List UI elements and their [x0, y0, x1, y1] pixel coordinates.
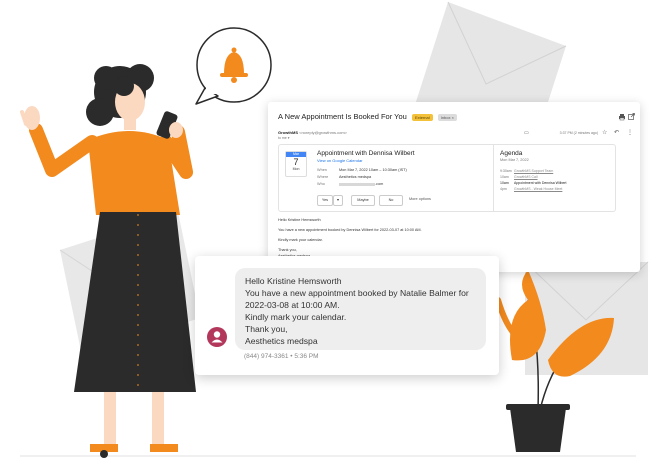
sms-message-card: Hello Kristine Hemsworth You have a new … — [195, 256, 499, 375]
where-label: Where — [317, 175, 329, 179]
agenda-event: Appointment with Dennisa Wilbert — [514, 181, 567, 185]
woman-figure — [20, 64, 196, 458]
appointment-where: Where Aesthetics medspa — [317, 175, 371, 179]
rsvp-maybe-button[interactable]: Maybe — [351, 195, 375, 206]
sms-line: Thank you, — [245, 324, 288, 334]
agenda-panel: Agenda Mon Mar 7, 2022 9:30am GrowthMS Su… — [493, 145, 616, 211]
email-sender: GrowthMS <noreply@growthms.com> — [278, 130, 347, 135]
rsvp-no-button[interactable]: No — [379, 195, 403, 206]
email-subject: A New Appointment Is Booked For You Exte… — [278, 112, 457, 121]
when-label: When — [317, 168, 327, 172]
sms-line: Hello Kristine Hemsworth — [245, 276, 342, 286]
agenda-time: 4pm — [500, 187, 507, 191]
calendar-invite-card: Mar 7 Mon Appointment with Dennisa Wilbe… — [278, 144, 616, 212]
cal-day: 7 — [293, 157, 299, 167]
star-icon[interactable]: ☆ — [602, 129, 607, 136]
person-icon — [211, 331, 223, 343]
when-value: Mon Mar 7, 2022 10am – 10:30am (IST) — [339, 168, 407, 172]
cal-weekday: Mon — [292, 167, 300, 171]
reply-icon[interactable]: ↶ — [614, 129, 619, 136]
agenda-time: 10am — [500, 175, 509, 179]
avatar — [207, 327, 227, 347]
sms-line: Kindly mark your calendar. — [245, 312, 347, 322]
sms-sender-time: (844) 974-3361 • 5:36 PM — [244, 353, 319, 360]
email-body-line: Hello Kristine Hemsworth — [278, 218, 321, 222]
who-label: Who — [317, 182, 325, 186]
rsvp-dropdown-button[interactable]: ▾ — [333, 195, 343, 206]
agenda-item[interactable]: 10am Appointment with Dennisa Wilbert — [500, 181, 567, 185]
email-time: 3:37 PM (2 minutes ago) — [559, 131, 598, 135]
sms-bubble: Hello Kristine Hemsworth You have a new … — [235, 268, 486, 350]
agenda-event: GrowthMS - Weak House Meet — [514, 187, 563, 191]
open-in-new-icon[interactable] — [628, 113, 635, 122]
redacted-address — [339, 182, 375, 186]
inbox-label-chip[interactable]: Inbox × — [437, 113, 457, 121]
email-body-line: You have a new appointment booked by Den… — [278, 228, 422, 232]
email-subject-text: A New Appointment Is Booked For You — [278, 112, 407, 121]
agenda-date: Mon Mar 7, 2022 — [500, 158, 529, 162]
rsvp-yes-button[interactable]: Yes — [317, 195, 333, 206]
calendar-date-icon: Mar 7 Mon — [285, 151, 307, 177]
agenda-time: 9:30am — [500, 169, 512, 173]
who-value: .com — [375, 182, 384, 186]
appointment-title: Appointment with Dennisa Wilbert — [317, 150, 415, 157]
attachment-icon: ▭ — [524, 130, 529, 136]
view-on-calendar-link[interactable]: View on Google Calendar — [317, 158, 363, 163]
agenda-event: GrowthMS Call — [514, 175, 538, 179]
agenda-event: GrowthMS Support Team — [514, 169, 554, 173]
appointment-who: Who .com — [317, 182, 383, 186]
agenda-time: 10am — [500, 181, 509, 185]
email-body-line: Kindly mark your calendar. — [278, 238, 323, 242]
sms-line: 2022-03-08 at 10:00 AM. — [245, 300, 340, 310]
sender-address: <noreply@growthms.com> — [299, 130, 347, 135]
email-recipient-toggle[interactable]: to me ▾ — [278, 136, 289, 140]
more-vert-icon[interactable]: ⋮ — [627, 129, 633, 136]
appointment-when: When Mon Mar 7, 2022 10am – 10:30am (IST) — [317, 168, 407, 172]
email-body-line: Thank you, — [278, 248, 297, 252]
external-tag: External — [411, 113, 433, 121]
agenda-item[interactable]: 4pm GrowthMS - Weak House Meet — [500, 187, 562, 191]
printer-icon[interactable] — [618, 113, 626, 123]
sender-name: GrowthMS — [278, 130, 298, 135]
sms-line: You have a new appointment booked by Nat… — [245, 288, 469, 298]
where-value: Aesthetics medspa — [339, 175, 372, 179]
agenda-item[interactable]: 9:30am GrowthMS Support Team — [500, 169, 553, 173]
more-options-link[interactable]: More options — [409, 195, 431, 204]
agenda-item[interactable]: 10am GrowthMS Call — [500, 175, 538, 179]
sms-line: Aesthetics medspa — [245, 336, 318, 346]
agenda-title: Agenda — [500, 150, 523, 157]
email-window: A New Appointment Is Booked For You Exte… — [268, 102, 640, 272]
